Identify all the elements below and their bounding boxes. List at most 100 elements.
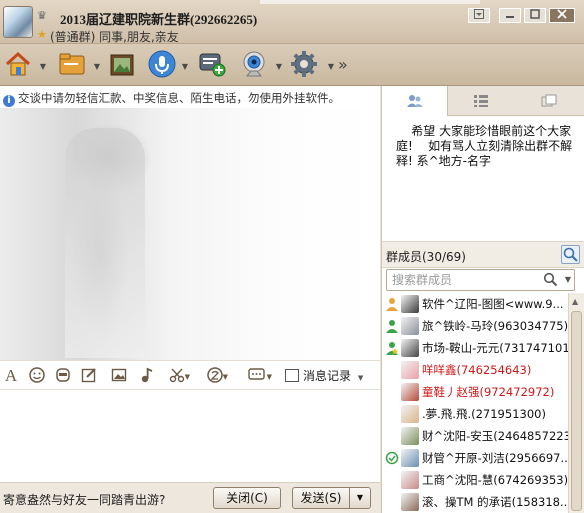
member-row[interactable]: .夢.飛.飛.(271951300) — [382, 403, 568, 425]
member-search-box: ▼ — [386, 269, 575, 291]
chevron-down-icon: ▼ — [93, 62, 100, 71]
emoji-button[interactable] — [28, 367, 46, 385]
member-avatar[interactable] — [401, 449, 419, 467]
tab-list[interactable] — [448, 86, 514, 116]
message-history-button[interactable]: 消息记录 ▼ — [285, 366, 363, 386]
members-icon — [406, 95, 423, 107]
member-avatar[interactable] — [401, 427, 419, 445]
chat-history-area[interactable] — [0, 108, 380, 360]
member-row[interactable]: 咩咩鑫(746254643) — [382, 359, 568, 381]
magic-emoji-button[interactable] — [54, 367, 72, 385]
member-row[interactable]: 旅^铁岭-马玲(963034775) — [382, 315, 568, 337]
member-row[interactable]: 滚、操TM 的承诺(158318... — [382, 491, 568, 513]
member-name: 旅^铁岭-马玲(963034775) — [422, 319, 568, 333]
album-icon — [110, 54, 134, 76]
member-row[interactable]: 童鞋丿赵强(972472972) — [382, 381, 568, 403]
group-avatar[interactable] — [3, 6, 33, 38]
chevron-down-icon[interactable]: ▼ — [565, 275, 571, 284]
member-row[interactable]: 市场-鞍山-元元(731747101) — [382, 337, 568, 359]
search-icon — [563, 247, 578, 262]
member-search-input[interactable] — [387, 270, 537, 290]
file-transfer-button[interactable]: ▼ — [58, 50, 100, 80]
skin-dropdown-button[interactable] — [468, 8, 490, 23]
crown-icon: ♛ — [37, 9, 47, 22]
security-notice: i 交谈中请勿轻信汇款、中奖信息、陌生电话，勿使用外挂软件。 — [0, 86, 380, 108]
voice-call-button[interactable]: ▼ — [148, 50, 188, 80]
font-icon[interactable]: A — [2, 367, 20, 385]
maximize-icon — [530, 9, 540, 19]
message-input[interactable] — [0, 390, 380, 482]
group-side-panel: 希望 大家能珍惜眼前这个大家庭! 如有骂人立刻清除出群不解释! 系^地方-名字 … — [381, 86, 584, 513]
member-avatar[interactable] — [401, 317, 419, 335]
search-icon — [543, 272, 558, 290]
face-icon — [56, 368, 70, 382]
message-history-label: 消息记录 — [303, 369, 352, 383]
tab-windows[interactable] — [514, 86, 584, 116]
member-name: 软件^辽阳-图图<www.9... — [422, 297, 564, 311]
member-list-scrollbar[interactable]: ▲ — [568, 293, 584, 513]
send-image-button[interactable] — [110, 367, 128, 385]
group-name[interactable]: 2013届辽建职院新生群(292662265) — [60, 9, 257, 28]
home-icon — [5, 51, 31, 76]
member-avatar[interactable] — [401, 471, 419, 489]
screenshot-button[interactable]: ▼ — [164, 367, 190, 385]
member-avatar[interactable] — [401, 339, 419, 357]
close-window-button[interactable] — [549, 8, 575, 23]
dropdown-box-icon — [474, 9, 484, 19]
scroll-up-arrow-icon[interactable]: ▲ — [572, 297, 578, 306]
maximize-button[interactable] — [524, 8, 546, 23]
member-list: 软件^辽阳-图图<www.9... 旅^铁岭-马玲(963034775) 市场-鞍山… — [382, 293, 568, 513]
member-row[interactable]: 工商^沈阳-慧(674269353) — [382, 469, 568, 491]
side-tabs — [382, 86, 584, 116]
app-home-button[interactable]: ▼ — [4, 50, 46, 80]
member-name: 童鞋丿赵强(972472972) — [422, 385, 555, 399]
red-packet-button[interactable]: ▼ — [202, 367, 228, 385]
format-toolbar: A ▼ ▼ ▼ 消息记录 ▼ — [0, 360, 380, 390]
message-options-button[interactable]: ▼ — [242, 367, 272, 385]
member-avatar[interactable] — [401, 383, 419, 401]
bottom-bar: 寄意盎然与好友一同踏青出游? 关闭(C) 发送(S) ▼ — [0, 482, 380, 513]
add-note-button[interactable] — [198, 50, 226, 80]
close-button[interactable]: 关闭(C) — [213, 487, 281, 509]
doodle-button[interactable] — [80, 367, 98, 385]
owner-icon — [385, 297, 399, 311]
member-row[interactable]: 软件^辽阳-图图<www.9... — [382, 293, 568, 315]
member-name: 财^沈阳-安玉(2464857223) — [422, 429, 568, 443]
settings-button[interactable]: ▼ — [290, 50, 334, 80]
album-button[interactable] — [110, 50, 136, 80]
chevron-down-icon: ▼ — [275, 62, 282, 71]
member-avatar[interactable] — [401, 405, 419, 423]
member-row[interactable]: 财^沈阳-安玉(2464857223) — [382, 425, 568, 447]
chevron-down-icon: ▼ — [357, 374, 364, 382]
close-icon — [557, 9, 567, 19]
member-count: 群成员(30/69) — [386, 250, 466, 264]
settings-icon — [291, 51, 317, 77]
chevron-down-icon: ▼ — [222, 373, 228, 381]
more-tools-button[interactable]: » — [338, 50, 352, 80]
video-call-button[interactable]: ▼ — [240, 50, 282, 80]
tab-members[interactable] — [382, 86, 448, 116]
image-icon — [111, 368, 127, 382]
member-avatar[interactable] — [401, 361, 419, 379]
ad-link[interactable]: 寄意盎然与好友一同踏青出游? — [3, 491, 165, 508]
member-avatar[interactable] — [401, 295, 419, 313]
member-row[interactable]: 财管^开原-刘洁(2956697... — [382, 447, 568, 469]
member-avatar[interactable] — [401, 493, 419, 511]
music-button[interactable] — [138, 367, 156, 385]
admin-star-icon — [385, 341, 399, 355]
chevron-down-icon: ▼ — [266, 373, 272, 381]
coin-icon — [207, 367, 223, 383]
edit-icon — [81, 368, 96, 383]
history-icon — [285, 369, 299, 382]
member-search-toggle[interactable] — [561, 245, 580, 264]
security-notice-text: 交谈中请勿轻信汇款、中奖信息、陌生电话，勿使用外挂软件。 — [18, 91, 340, 105]
member-name: 咩咩鑫(746254643) — [422, 363, 532, 377]
members-header: 群成员(30/69) — [382, 241, 584, 268]
minimize-button[interactable] — [499, 8, 521, 23]
scrollbar-thumb[interactable] — [571, 311, 582, 511]
send-options-button[interactable]: ▼ — [349, 487, 371, 509]
star-icon: ★ — [37, 28, 47, 41]
mobile-online-icon — [385, 451, 399, 465]
group-announcement: 希望 大家能珍惜眼前这个大家庭! 如有骂人立刻清除出群不解释! 系^地方-名字 — [396, 124, 573, 168]
send-button[interactable]: 发送(S) — [292, 487, 350, 509]
